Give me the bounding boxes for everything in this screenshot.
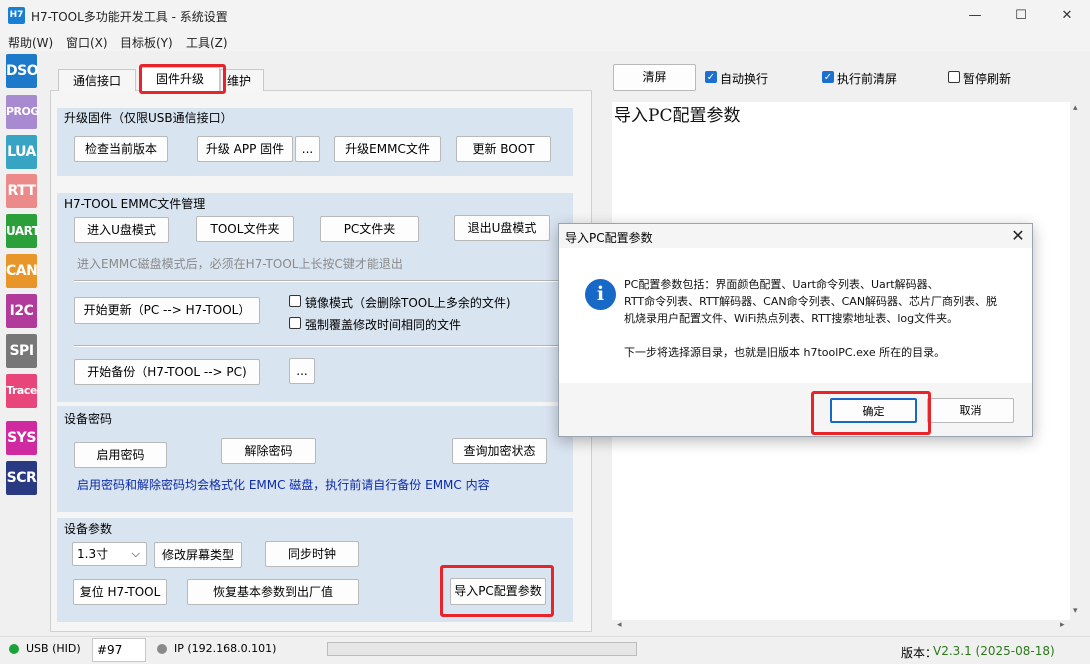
sidebar-can[interactable]: CAN <box>6 254 38 288</box>
sidebar-trace[interactable]: Trace <box>6 374 37 408</box>
chevron-down-icon: ⌵ <box>131 547 140 560</box>
separator <box>74 280 566 282</box>
highlight-firmware-tab <box>139 64 226 94</box>
scroll-down-icon[interactable]: ▾ <box>1073 606 1078 616</box>
auto-wrap-label: 自动换行 <box>720 72 769 86</box>
sync-clock-button[interactable]: 同步时钟 <box>265 541 359 567</box>
sidebar-i2c[interactable]: I2C <box>6 294 37 328</box>
disable-password-button[interactable]: 解除密码 <box>221 438 316 464</box>
start-backup-button[interactable]: 开始备份（H7-TOOL --> PC) <box>74 359 260 385</box>
enter-udisk-button[interactable]: 进入U盘模式 <box>74 217 169 243</box>
scroll-up-icon[interactable]: ▴ <box>1073 103 1078 113</box>
app-icon: H7 <box>8 7 25 24</box>
sidebar-sys[interactable]: SYS <box>6 421 37 455</box>
password-group-title: 设备密码 <box>64 412 113 426</box>
upgrade-app-button[interactable]: 升级 APP 固件 <box>197 136 293 162</box>
enable-password-button[interactable]: 启用密码 <box>74 442 167 468</box>
ip-status-icon <box>157 644 167 654</box>
force-overwrite-label: 强制覆盖修改时间相同的文件 <box>305 318 462 332</box>
ip-status: IP (192.168.0.101) <box>174 642 277 655</box>
query-encryption-button[interactable]: 查询加密状态 <box>452 438 547 464</box>
clear-before-checkbox[interactable]: ✓ <box>822 71 834 83</box>
params-group-title: 设备参数 <box>64 522 113 536</box>
info-icon: i <box>585 279 616 310</box>
usb-status: USB (HID) <box>26 642 81 655</box>
upgrade-emmc-button[interactable]: 升级EMMC文件 <box>334 136 441 162</box>
highlight-import-button <box>440 565 554 617</box>
dialog-title: 导入PC配置参数 <box>565 231 653 245</box>
dialog-message-line: RTT命令列表、RTT解码器、CAN命令列表、CAN解码器、芯片厂商列表、脱 <box>624 295 998 308</box>
window-title: H7-TOOL多功能开发工具 - 系统设置 <box>31 10 228 24</box>
maximize-button[interactable]: ☐ <box>998 0 1044 31</box>
dialog-cancel-button[interactable]: 取消 <box>927 398 1014 423</box>
dialog-message: PC配置参数包括：界面颜色配置、Uart命令列表、Uart解码器、 RTT命令列… <box>624 276 1009 361</box>
check-version-button[interactable]: 检查当前版本 <box>74 136 168 162</box>
horizontal-scrollbar[interactable] <box>612 620 1071 634</box>
emmc-group-title: H7-TOOL EMMC文件管理 <box>64 197 206 211</box>
auto-wrap-checkbox[interactable]: ✓ <box>705 71 717 83</box>
reset-tool-button[interactable]: 复位 H7-TOOL <box>73 579 167 605</box>
browse-backup-button[interactable]: ... <box>289 358 315 384</box>
menu-window[interactable]: 窗口(X) <box>66 34 108 51</box>
sidebar-lua[interactable]: LUA <box>6 135 37 169</box>
change-screen-button[interactable]: 修改屏幕类型 <box>154 542 242 568</box>
menu-tools[interactable]: 工具(Z) <box>186 34 228 51</box>
usb-status-icon <box>9 644 19 654</box>
tab-maintenance[interactable]: 维护 <box>220 69 264 91</box>
sidebar-rtt[interactable]: RTT <box>6 174 37 208</box>
sidebar-uart[interactable]: UART <box>6 214 40 248</box>
sidebar-prog[interactable]: PROG <box>6 95 39 129</box>
clear-screen-button[interactable]: 清屏 <box>613 64 696 91</box>
mirror-mode-label: 镜像模式（会删除TOOL上多余的文件) <box>305 296 511 310</box>
screen-size-select[interactable]: 1.3寸 ⌵ <box>72 542 147 566</box>
pause-refresh-label: 暂停刷新 <box>963 72 1012 86</box>
force-overwrite-checkbox[interactable] <box>289 317 301 329</box>
menu-help[interactable]: 帮助(W) <box>8 34 53 51</box>
clear-before-label: 执行前清屏 <box>837 72 898 86</box>
upgrade-group-title: 升级固件（仅限USB通信接口） <box>64 111 233 125</box>
close-window-button[interactable]: ✕ <box>1044 0 1090 31</box>
dialog-message-line: PC配置参数包括：界面颜色配置、Uart命令列表、Uart解码器、 <box>624 278 939 291</box>
progress-bar <box>327 642 637 656</box>
output-text: 导入PC配置参数 <box>614 106 741 126</box>
tab-comm-interface[interactable]: 通信接口 <box>58 69 136 91</box>
start-update-button[interactable]: 开始更新（PC --> H7-TOOL） <box>74 297 260 324</box>
vertical-scrollbar[interactable] <box>1071 102 1085 620</box>
restore-defaults-button[interactable]: 恢复基本参数到出厂值 <box>187 579 359 605</box>
dialog-close-icon[interactable]: ✕ <box>1010 226 1026 245</box>
screen-size-value: 1.3寸 <box>77 547 109 561</box>
emmc-hint: 进入EMMC磁盘模式后，必须在H7-TOOL上长按C键才能退出 <box>77 257 403 271</box>
pause-refresh-checkbox[interactable] <box>948 71 960 83</box>
dialog-message-line: 机烧录用户配置文件、WiFi热点列表、RTT搜索地址表、log文件夹。 <box>624 312 959 325</box>
exit-udisk-button[interactable]: 退出U盘模式 <box>454 215 550 241</box>
mirror-mode-checkbox[interactable] <box>289 295 301 307</box>
port-field[interactable]: #97 <box>92 638 146 662</box>
minimize-button[interactable]: — <box>952 0 998 31</box>
scroll-left-icon[interactable]: ◂ <box>617 620 622 630</box>
port-value: #97 <box>97 643 123 657</box>
tool-folder-button[interactable]: TOOL文件夹 <box>196 216 294 242</box>
browse-app-button[interactable]: ... <box>295 136 320 162</box>
password-hint: 启用密码和解除密码均会格式化 EMMC 磁盘，执行前请自行备份 EMMC 内容 <box>77 478 490 492</box>
pc-folder-button[interactable]: PC文件夹 <box>320 216 419 242</box>
menu-target-board[interactable]: 目标板(Y) <box>120 34 173 51</box>
sidebar-dso[interactable]: DSO <box>6 54 39 88</box>
highlight-ok-button <box>811 391 931 435</box>
separator <box>74 345 566 347</box>
scroll-right-icon[interactable]: ▸ <box>1060 620 1065 630</box>
version-label: 版本： <box>901 646 938 660</box>
dialog-message-line: 下一步将选择源目录，也就是旧版本 h7toolPC.exe 所在的目录。 <box>624 346 946 359</box>
update-boot-button[interactable]: 更新 BOOT <box>456 136 551 162</box>
sidebar-spi[interactable]: SPI <box>6 334 37 368</box>
sidebar-scr[interactable]: SCR <box>6 461 37 495</box>
version-value: V2.3.1 (2025-08-18) <box>933 644 1055 658</box>
